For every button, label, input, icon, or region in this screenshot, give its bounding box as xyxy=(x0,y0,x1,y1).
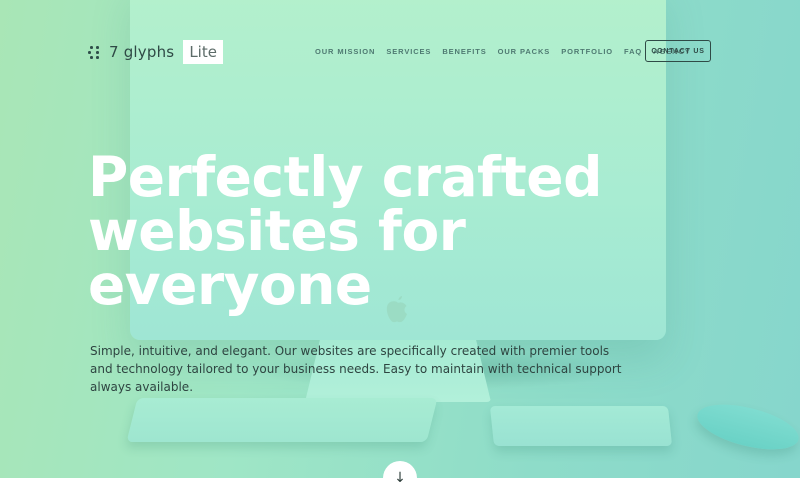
dots-grid-icon xyxy=(88,45,102,59)
main-nav: OUR MISSION SERVICES BENEFITS OUR PACKS … xyxy=(315,47,702,56)
contact-us-button[interactable]: CONTACT US xyxy=(645,40,711,62)
nav-item-portfolio[interactable]: PORTFOLIO xyxy=(561,47,613,56)
keyboard-image xyxy=(126,398,438,442)
hero-subtext: Simple, intuitive, and elegant. Our webs… xyxy=(90,344,622,394)
scroll-down-button[interactable]: ↓ xyxy=(383,461,417,495)
hero-headline: Perfectly crafted websites for everyone xyxy=(88,145,602,317)
nav-item-benefits[interactable]: BENEFITS xyxy=(442,47,486,56)
trackpad-image xyxy=(489,406,673,446)
nav-item-our-packs[interactable]: OUR PACKS xyxy=(498,47,551,56)
brand-logo[interactable]: 7 glyphs Lite xyxy=(88,40,223,64)
mouse-image xyxy=(692,395,800,459)
brand-badge: Lite xyxy=(183,40,223,64)
nav-item-faq[interactable]: FAQ xyxy=(624,47,642,56)
arrow-down-icon: ↓ xyxy=(394,470,406,486)
nav-item-our-mission[interactable]: OUR MISSION xyxy=(315,47,375,56)
brand-name: 7 glyphs xyxy=(109,43,175,61)
nav-item-services[interactable]: SERVICES xyxy=(386,47,431,56)
